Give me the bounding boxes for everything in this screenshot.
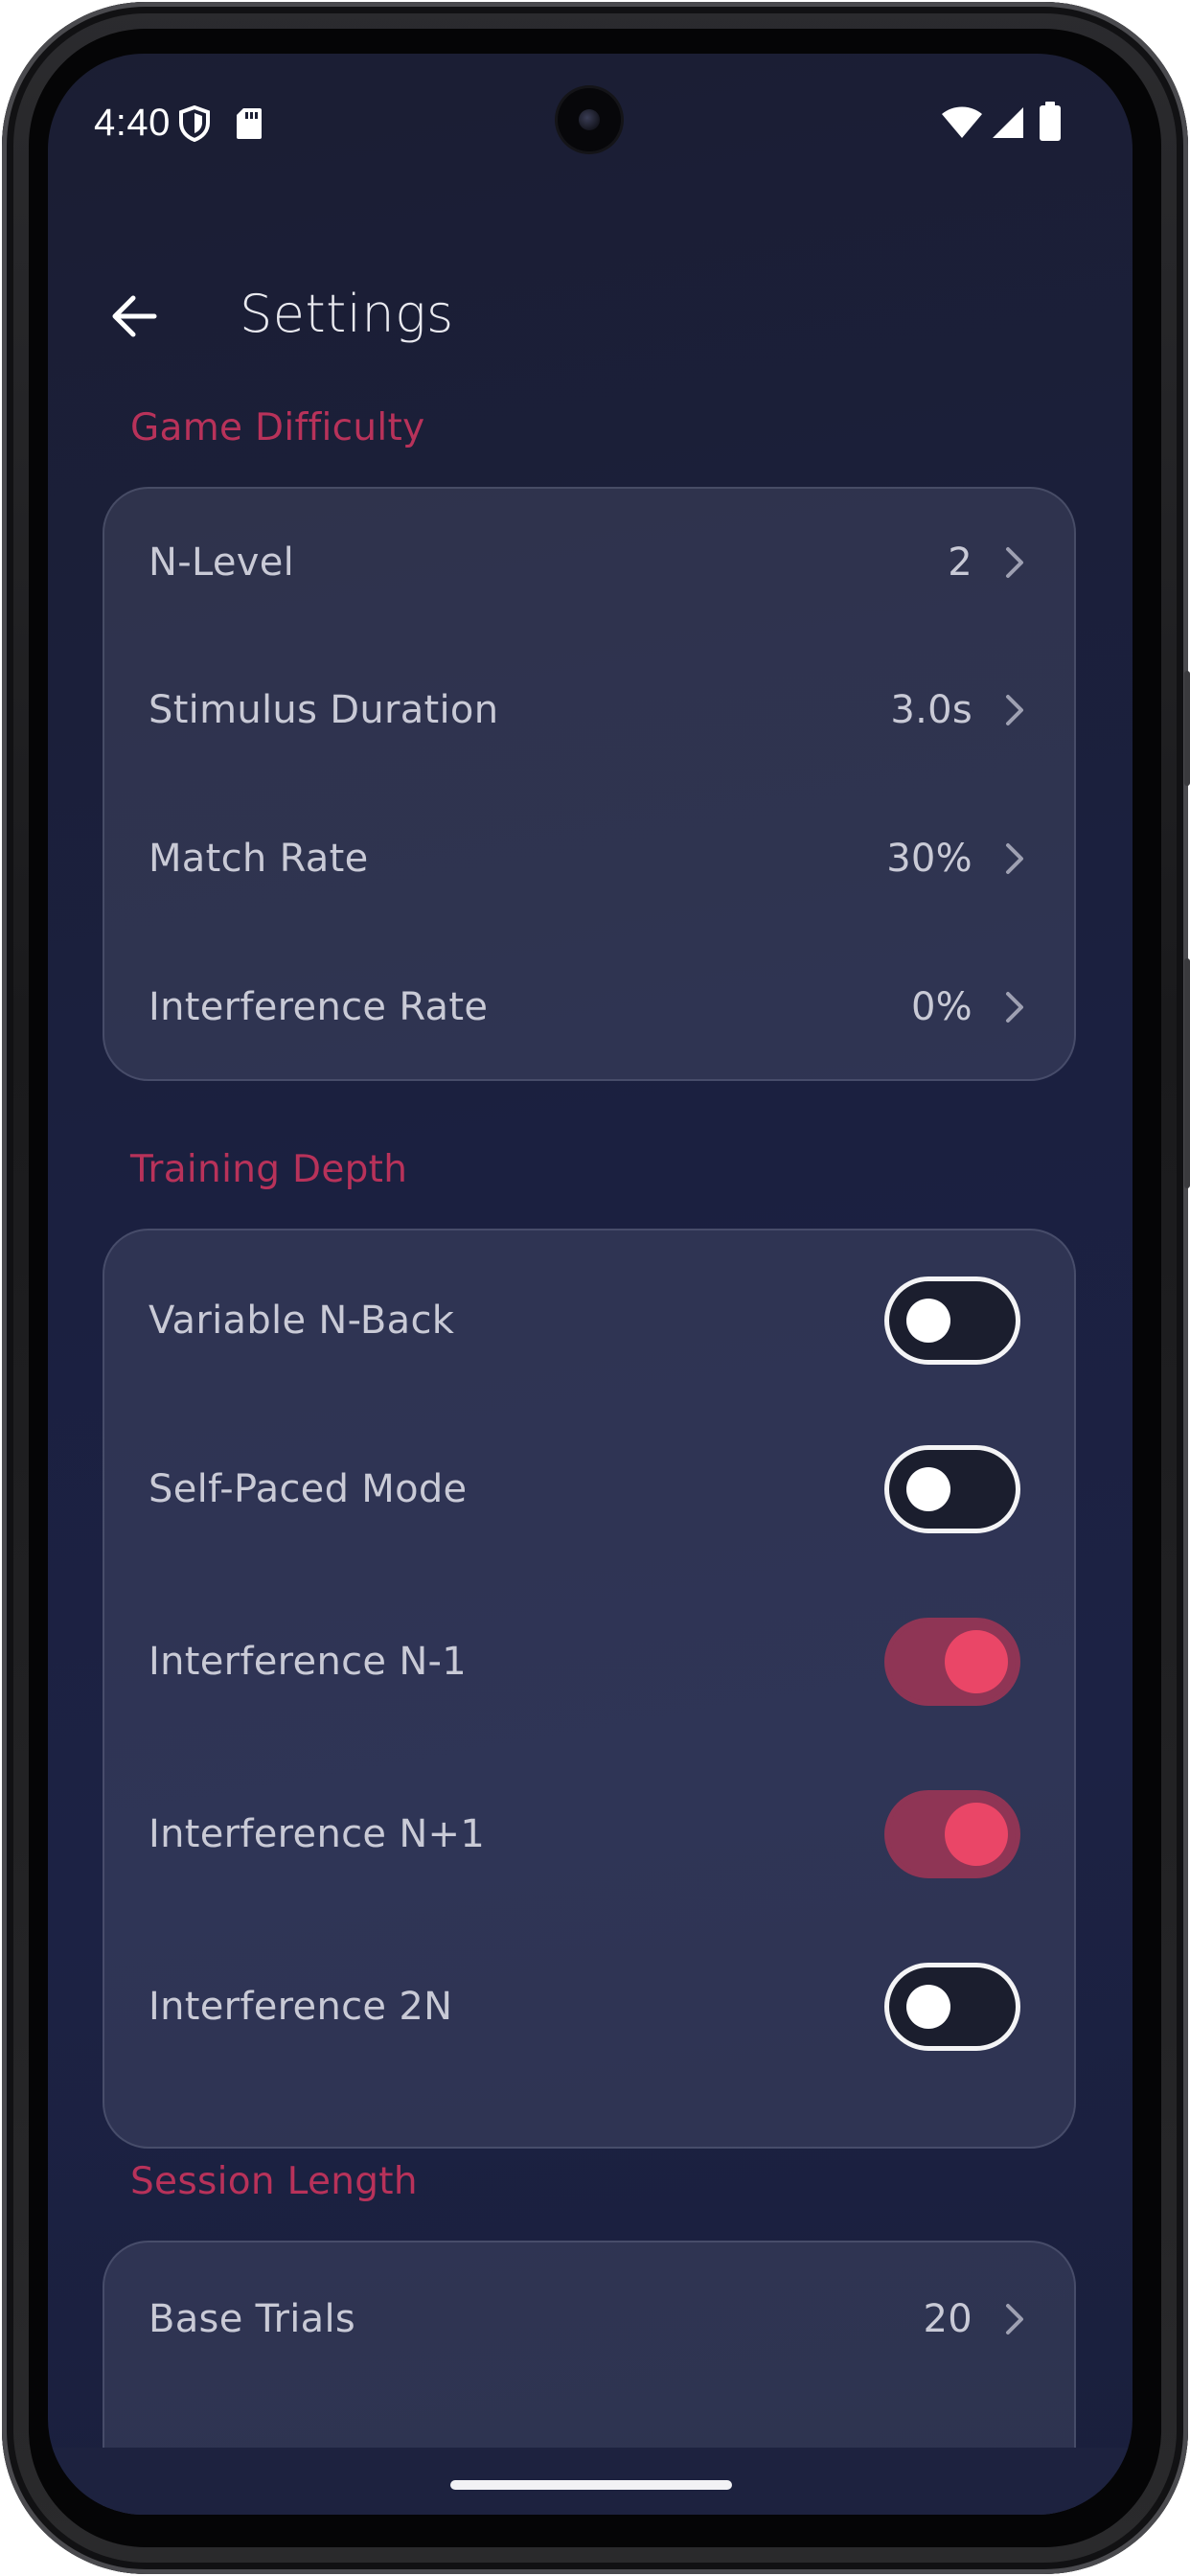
section-header-training-depth: Training Depth: [130, 1148, 408, 1191]
setting-row-interference-rate[interactable]: Interference Rate 0%: [104, 933, 1074, 1079]
chevron-right-icon: [1001, 543, 1028, 582]
card-game-difficulty: N-Level 2 Stimulus Duration 3.0s Match R…: [103, 487, 1076, 1081]
arrow-left-icon: [110, 294, 158, 342]
chevron-right-icon: [1001, 691, 1028, 729]
setting-label: Interference Rate: [149, 985, 489, 1029]
toggle-row-interference-2n[interactable]: Interference 2N: [104, 1920, 1074, 2093]
screen: 4:40 Settings Game Difficulty N-Level 2 …: [48, 54, 1133, 2515]
cellular-signal-icon: [991, 105, 1025, 144]
interference-2n-switch[interactable]: [884, 1963, 1020, 2051]
setting-value: 0%: [910, 985, 973, 1029]
switch-knob: [906, 1299, 950, 1343]
card-training-depth: Variable N-Back Self-Paced Mode Interfer…: [103, 1229, 1076, 2149]
switch-knob: [945, 1803, 1008, 1866]
switch-knob: [906, 1985, 950, 2029]
toggle-row-self-paced-mode[interactable]: Self-Paced Mode: [104, 1403, 1074, 1576]
setting-value: 2: [948, 540, 973, 585]
section-header-session-length: Session Length: [130, 2160, 418, 2203]
chevron-right-icon: [1001, 988, 1028, 1026]
toggle-row-variable-n-back[interactable]: Variable N-Back: [104, 1230, 1074, 1411]
volume-button: [1184, 671, 1190, 786]
interference-n-minus-1-switch[interactable]: [884, 1618, 1020, 1706]
self-paced-mode-switch[interactable]: [884, 1445, 1020, 1533]
back-button[interactable]: [86, 270, 182, 366]
power-button: [1184, 958, 1190, 1188]
page-title: Settings: [240, 284, 454, 344]
setting-value: 30%: [886, 837, 973, 881]
shield-icon: [178, 104, 211, 146]
setting-label: Stimulus Duration: [149, 688, 499, 732]
setting-label: Interference N+1: [149, 1812, 486, 1856]
toggle-row-interference-n-plus-1[interactable]: Interference N+1: [104, 1748, 1074, 1920]
setting-label: Interference N-1: [149, 1640, 468, 1684]
setting-row-n-level[interactable]: N-Level 2: [104, 489, 1074, 636]
section-header-game-difficulty: Game Difficulty: [130, 406, 425, 449]
setting-row-base-trials[interactable]: Base Trials 20: [104, 2242, 1074, 2396]
interference-n-plus-1-switch[interactable]: [884, 1790, 1020, 1878]
setting-label: Base Trials: [149, 2297, 355, 2341]
page: 4:40 Settings Game Difficulty N-Level 2 …: [0, 0, 1190, 2576]
setting-label: Variable N-Back: [149, 1299, 455, 1343]
variable-n-back-switch[interactable]: [884, 1276, 1020, 1365]
toggle-row-interference-n-minus-1[interactable]: Interference N-1: [104, 1576, 1074, 1748]
status-bar: 4:40: [48, 54, 1133, 188]
setting-value: 3.0s: [890, 688, 973, 732]
switch-knob: [945, 1630, 1008, 1693]
setting-value: 20: [923, 2297, 973, 2341]
home-indicator[interactable]: [450, 2480, 732, 2490]
setting-label: Match Rate: [149, 837, 369, 881]
setting-row-match-rate[interactable]: Match Rate 30%: [104, 784, 1074, 933]
setting-label: Interference 2N: [149, 1985, 453, 2029]
chevron-right-icon: [1001, 840, 1028, 878]
setting-label: Self-Paced Mode: [149, 1467, 468, 1511]
app-bar: Settings: [48, 245, 1133, 399]
front-camera: [558, 88, 621, 151]
battery-icon: [1039, 102, 1062, 146]
switch-knob: [906, 1467, 950, 1511]
chevron-right-icon: [1001, 2300, 1028, 2338]
status-time: 4:40: [94, 102, 171, 144]
sd-card-icon: [236, 107, 263, 144]
setting-row-stimulus-duration[interactable]: Stimulus Duration 3.0s: [104, 636, 1074, 784]
camera-lens: [579, 109, 600, 130]
setting-label: N-Level: [149, 540, 295, 585]
wifi-icon: [941, 105, 983, 144]
